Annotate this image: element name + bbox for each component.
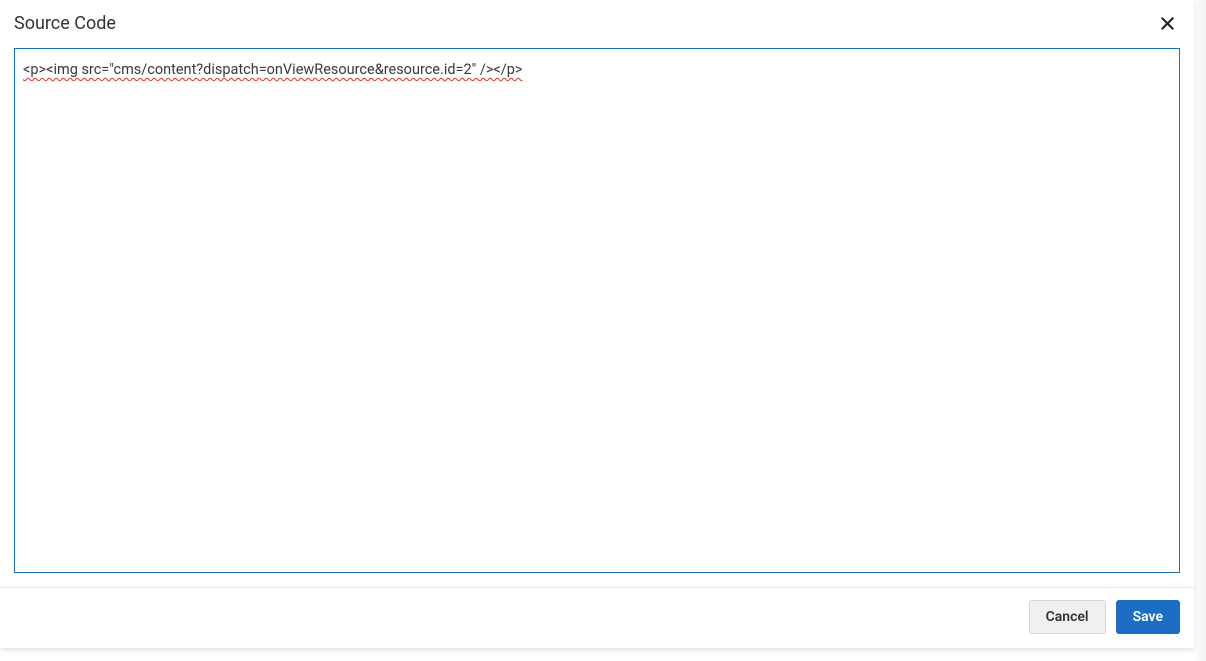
right-shadow-edge [1194,0,1206,661]
source-code-textarea[interactable] [14,48,1180,573]
cancel-button[interactable]: Cancel [1029,600,1106,634]
dialog-body [0,44,1194,587]
save-button[interactable]: Save [1116,600,1180,634]
dialog-header: Source Code [0,0,1194,44]
close-icon [1160,16,1175,31]
dialog-title: Source Code [14,13,116,34]
close-button[interactable] [1156,12,1178,34]
source-code-dialog: Source Code Cancel Save [0,0,1194,648]
dialog-footer: Cancel Save [0,587,1194,648]
